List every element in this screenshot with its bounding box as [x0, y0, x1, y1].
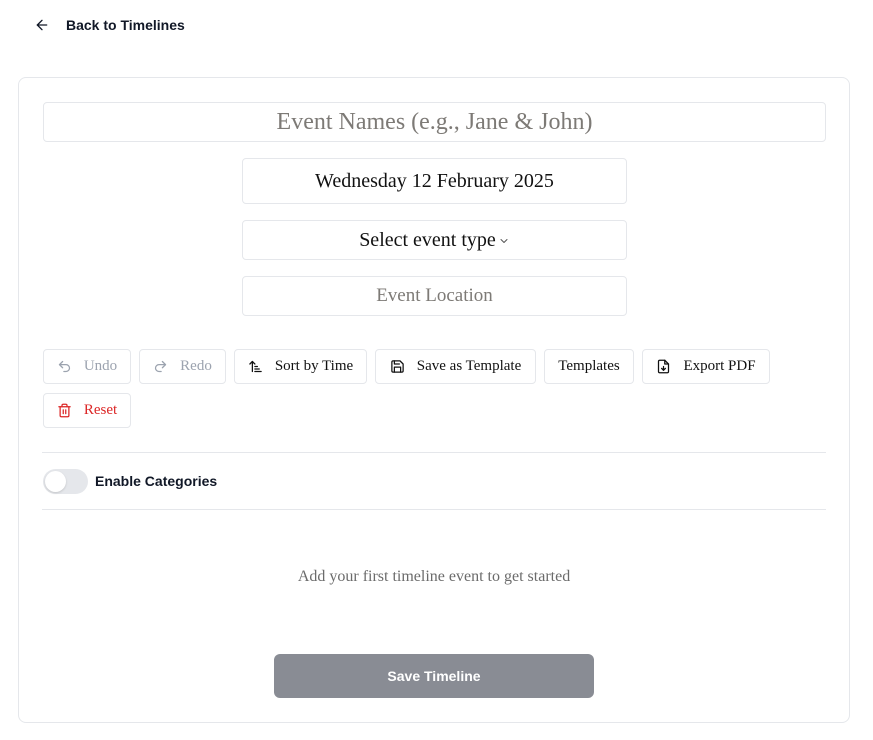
save-template-label: Save as Template: [416, 358, 522, 374]
sort-ascending-icon: [249, 360, 262, 373]
undo-label: Undo: [83, 358, 118, 374]
back-link-label: Back to Timelines: [66, 17, 185, 33]
undo-button[interactable]: Undo: [43, 349, 131, 384]
sort-by-time-button[interactable]: Sort by Time: [234, 349, 367, 384]
redo-button[interactable]: Redo: [139, 349, 226, 384]
save-as-template-button[interactable]: Save as Template: [375, 349, 536, 384]
reset-label: Reset: [83, 402, 118, 418]
divider: [42, 452, 826, 453]
export-label: Export PDF: [683, 358, 756, 374]
save-timeline-label: Save Timeline: [387, 668, 481, 684]
enable-categories-label: Enable Categories: [95, 473, 218, 489]
event-location-input[interactable]: [242, 276, 627, 316]
divider: [42, 509, 826, 510]
event-type-select[interactable]: Select event type: [242, 220, 627, 260]
event-date-value: Wednesday 12 February 2025: [315, 169, 554, 192]
templates-label: Templates: [558, 358, 620, 374]
timeline-editor-card: Wednesday 12 February 2025 Select event …: [18, 77, 850, 723]
undo-icon: [58, 360, 70, 373]
empty-timeline-message: Add your first timeline event to get sta…: [297, 568, 571, 585]
event-type-label: Select event type: [359, 228, 496, 251]
enable-categories-toggle[interactable]: [43, 469, 88, 494]
file-download-icon: [658, 359, 670, 374]
toggle-knob: [45, 471, 66, 492]
redo-icon: [155, 360, 167, 373]
event-names-input[interactable]: [43, 102, 826, 142]
event-date-picker[interactable]: Wednesday 12 February 2025: [242, 158, 627, 204]
sort-label: Sort by Time: [274, 358, 354, 374]
templates-button[interactable]: Templates: [544, 349, 634, 384]
arrow-left-icon: [36, 19, 48, 31]
save-icon: [391, 360, 404, 373]
trash-icon: [58, 403, 71, 418]
export-pdf-button[interactable]: Export PDF: [642, 349, 770, 384]
reset-button[interactable]: Reset: [43, 393, 131, 428]
back-to-timelines-link[interactable]: Back to Timelines: [34, 14, 185, 36]
redo-label: Redo: [180, 358, 212, 374]
chevron-down-icon: [500, 239, 508, 243]
save-timeline-button[interactable]: Save Timeline: [274, 654, 594, 698]
